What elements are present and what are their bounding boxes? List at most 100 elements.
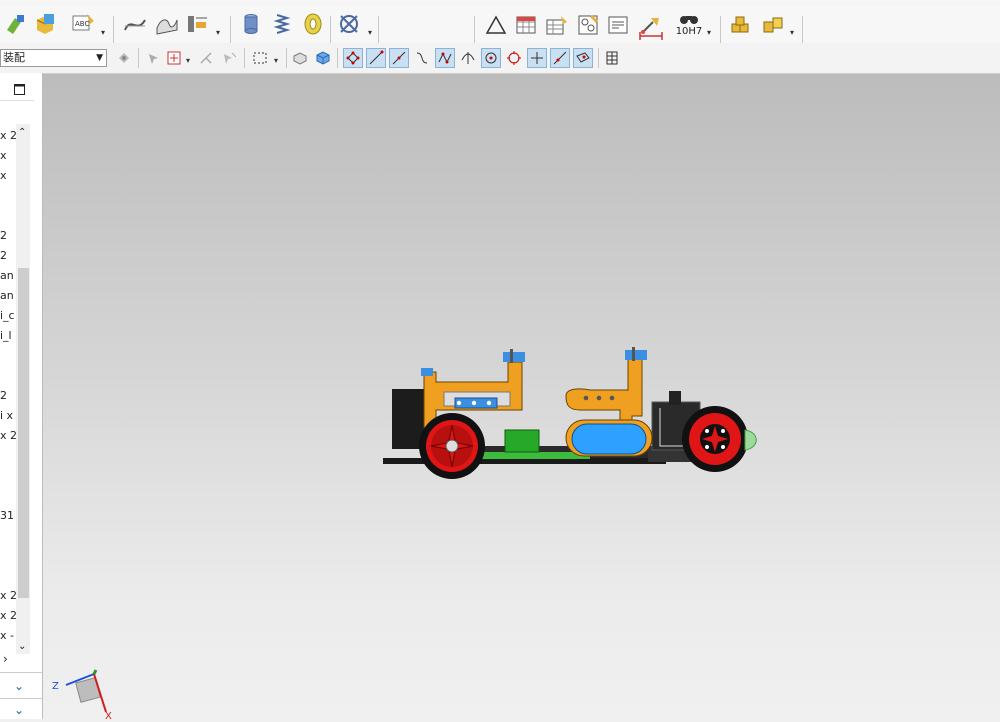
navigator-row[interactable]: i_c bbox=[0, 306, 16, 326]
divider bbox=[286, 48, 287, 68]
divider bbox=[0, 672, 42, 673]
parts-list-icon[interactable] bbox=[576, 12, 600, 38]
expand-arrow-icon[interactable]: › bbox=[0, 652, 34, 670]
navigator-row[interactable]: 2 bbox=[0, 246, 16, 266]
snap-line-icon[interactable] bbox=[366, 48, 386, 68]
chevron-down-icon[interactable]: ▾ bbox=[216, 28, 220, 37]
select-box-icon[interactable] bbox=[164, 48, 184, 68]
navigator-row[interactable]: an bbox=[0, 266, 16, 286]
navigator-row[interactable]: x 2 bbox=[0, 426, 16, 446]
snap-control-point-icon[interactable] bbox=[435, 48, 455, 68]
select-branch-icon[interactable] bbox=[196, 48, 216, 68]
caster-wheel bbox=[744, 429, 757, 451]
chevron-down-icon[interactable]: ▾ bbox=[707, 28, 711, 37]
navigator-row[interactable]: an bbox=[0, 286, 16, 306]
snap-curve-icon[interactable] bbox=[412, 48, 432, 68]
triangle-icon[interactable] bbox=[484, 12, 508, 38]
select-arrow-icon[interactable] bbox=[144, 48, 164, 68]
chevron-down-icon[interactable]: ▾ bbox=[101, 28, 105, 37]
note-icon[interactable] bbox=[606, 12, 630, 38]
navigator-row[interactable]: x bbox=[0, 146, 16, 166]
grid-icon[interactable] bbox=[602, 48, 622, 68]
scroll-up-icon[interactable]: ⌃ bbox=[18, 127, 26, 138]
add-component-icon[interactable] bbox=[32, 10, 58, 38]
x-axis-label: X bbox=[105, 711, 112, 719]
solid-body-icon[interactable] bbox=[290, 48, 310, 68]
hole-table-icon[interactable] bbox=[544, 12, 570, 38]
chevron-down-icon[interactable]: ⌄ bbox=[14, 703, 24, 717]
navigator-row[interactable]: 31 bbox=[0, 506, 16, 526]
navigator-row[interactable]: x 2 bbox=[0, 126, 16, 146]
divider bbox=[330, 16, 331, 46]
green-module bbox=[504, 429, 540, 453]
fit-tolerance-label: 10H7 bbox=[675, 26, 703, 37]
spring-icon[interactable] bbox=[270, 10, 296, 38]
divider bbox=[802, 16, 803, 46]
z-axis-label: Z bbox=[52, 681, 59, 692]
snap-endpoint-icon[interactable] bbox=[343, 48, 363, 68]
divider bbox=[474, 16, 475, 46]
cylinder-icon[interactable] bbox=[238, 10, 264, 38]
routing-icon[interactable] bbox=[336, 10, 364, 38]
navigator-row[interactable]: x 2 bbox=[0, 586, 16, 606]
svg-text:ABC: ABC bbox=[75, 20, 89, 28]
divider bbox=[113, 16, 114, 46]
assembly-sequence-icon[interactable] bbox=[760, 12, 786, 38]
assembly-constraint-icon[interactable] bbox=[2, 10, 28, 38]
divider bbox=[598, 48, 599, 68]
snap-arc-center-icon[interactable] bbox=[481, 48, 501, 68]
divider bbox=[720, 16, 721, 46]
divider bbox=[230, 16, 231, 46]
scroll-down-icon[interactable]: ⌄ bbox=[18, 641, 26, 652]
surface-icon[interactable] bbox=[154, 10, 180, 38]
assembly-stack-icon[interactable] bbox=[728, 12, 754, 38]
navigator-row[interactable]: x 2 bbox=[0, 606, 16, 626]
snap-existing-point-icon[interactable] bbox=[527, 48, 547, 68]
chevron-down-icon[interactable]: ▾ bbox=[368, 28, 372, 37]
battery-pack bbox=[571, 423, 647, 455]
snap-quadrant-icon[interactable] bbox=[504, 48, 524, 68]
chevron-down-icon[interactable]: ▾ bbox=[186, 56, 190, 65]
select-chain-icon[interactable] bbox=[220, 48, 240, 68]
divider bbox=[0, 698, 42, 699]
snap-point-on-curve-icon[interactable] bbox=[550, 48, 570, 68]
binoculars-icon bbox=[680, 16, 698, 24]
navigator-row[interactable]: i x bbox=[0, 406, 16, 426]
ribbon-toolbar: ABC ▾ ▾ ▾ 10H7 ▾ ▾ bbox=[0, 6, 1000, 46]
component-cube-icon[interactable] bbox=[313, 48, 333, 68]
fit-tolerance-button[interactable]: 10H7 bbox=[674, 10, 704, 40]
snap-point-on-face-icon[interactable] bbox=[573, 48, 593, 68]
navigator-row[interactable]: 2 bbox=[0, 386, 16, 406]
rectangle-select-icon[interactable] bbox=[250, 48, 270, 68]
divider bbox=[244, 48, 245, 68]
chevron-down-icon[interactable]: ▾ bbox=[274, 56, 278, 65]
divider bbox=[378, 16, 379, 46]
divider bbox=[0, 100, 34, 101]
robot-car-model[interactable] bbox=[43, 74, 1000, 719]
bearing-icon[interactable] bbox=[300, 10, 326, 38]
selection-filter-value: 装配 bbox=[3, 51, 25, 64]
selection-filter-dropdown[interactable]: 装配 ▼ bbox=[0, 49, 107, 67]
chevron-down-icon[interactable]: ⌄ bbox=[14, 679, 24, 693]
navigator-row[interactable]: x - bbox=[0, 626, 16, 646]
divider bbox=[337, 48, 338, 68]
navigator-row[interactable]: i_l bbox=[0, 326, 16, 346]
scrollbar-thumb[interactable] bbox=[18, 268, 29, 598]
create-text-icon[interactable]: ABC bbox=[68, 10, 98, 38]
graphics-viewport[interactable] bbox=[43, 74, 1000, 719]
navigator-row[interactable]: 2 bbox=[0, 226, 16, 246]
offset-face-icon[interactable] bbox=[184, 10, 212, 38]
general-selection-icon[interactable] bbox=[114, 48, 134, 68]
curve-sweep-icon[interactable] bbox=[122, 10, 148, 38]
rear-wheel bbox=[419, 413, 485, 479]
dimension-icon[interactable] bbox=[638, 30, 664, 42]
navigator-header bbox=[0, 78, 34, 100]
divider bbox=[138, 48, 139, 68]
coordinate-triad: Z X bbox=[52, 669, 112, 719]
navigator-row[interactable]: x bbox=[0, 166, 16, 186]
maximize-icon[interactable] bbox=[14, 84, 25, 95]
table-icon[interactable] bbox=[514, 12, 538, 38]
chevron-down-icon[interactable]: ▾ bbox=[790, 28, 794, 37]
snap-midpoint-icon[interactable] bbox=[389, 48, 409, 68]
snap-intersection-icon[interactable] bbox=[458, 48, 478, 68]
